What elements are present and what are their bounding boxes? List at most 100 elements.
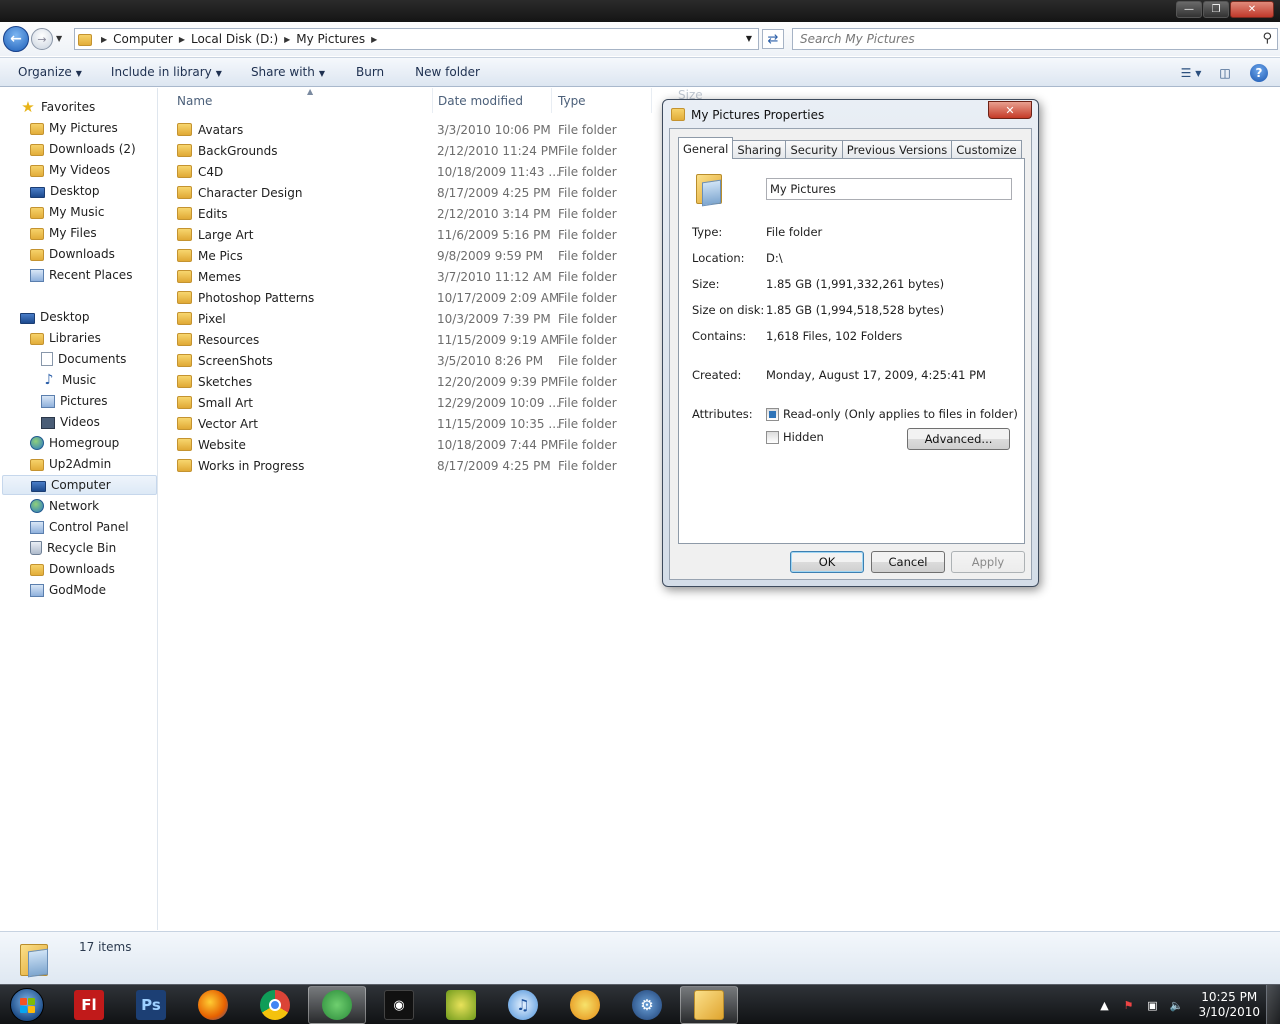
network-tray-icon[interactable]: ▣: [1142, 999, 1162, 1012]
taskbar-steam[interactable]: ◉: [370, 986, 428, 1024]
organize-button[interactable]: Organize ▼: [0, 65, 93, 79]
taskbar-flash[interactable]: Fl: [60, 986, 118, 1024]
recent-pages-dropdown[interactable]: ▼: [56, 34, 62, 43]
address-bar[interactable]: ▶ Computer ▶ Local Disk (D:) ▶ My Pictur…: [74, 28, 759, 50]
table-row[interactable]: Vector Art: [177, 413, 258, 434]
nav-item-libraries[interactable]: Libraries: [30, 328, 101, 348]
chevron-down-icon[interactable]: ▼: [746, 34, 752, 43]
tab-security[interactable]: Security: [785, 140, 843, 159]
dialog-close-button[interactable]: ✕: [988, 101, 1032, 119]
help-button[interactable]: ?: [1246, 62, 1272, 84]
taskbar-xsplit[interactable]: [432, 986, 490, 1024]
nav-item-recycle-bin[interactable]: Recycle Bin: [30, 538, 116, 558]
taskbar-messenger[interactable]: [308, 986, 366, 1024]
cancel-button[interactable]: Cancel: [871, 551, 945, 573]
table-row[interactable]: Website: [177, 434, 246, 455]
nav-item-documents[interactable]: Documents: [41, 349, 126, 369]
advanced-button[interactable]: Advanced...: [907, 428, 1010, 450]
nav-item-my-videos[interactable]: My Videos: [30, 160, 110, 180]
show-desktop-button[interactable]: [1266, 985, 1280, 1024]
file-name: Works in Progress: [198, 458, 305, 473]
tab-previous-versions[interactable]: Previous Versions: [841, 140, 953, 159]
table-row[interactable]: Small Art: [177, 392, 253, 413]
burn-button[interactable]: Burn: [336, 65, 395, 79]
folder-name-input[interactable]: My Pictures: [766, 178, 1012, 200]
minimize-button[interactable]: —: [1176, 1, 1202, 18]
search-icon[interactable]: ⚲: [1262, 31, 1272, 46]
nav-item-pictures[interactable]: Pictures: [41, 391, 108, 411]
nav-item-my-music[interactable]: My Music: [30, 202, 104, 222]
nav-desktop[interactable]: Desktop: [20, 307, 90, 327]
table-row[interactable]: Character Design: [177, 182, 303, 203]
nav-item-homegroup[interactable]: Homegroup: [30, 433, 119, 453]
action-center-icon[interactable]: ⚑: [1118, 999, 1138, 1012]
readonly-checkbox[interactable]: Read-only (Only applies to files in fold…: [766, 407, 1018, 421]
nav-item-downloads-fav[interactable]: Downloads: [30, 244, 115, 264]
taskbar-itunes[interactable]: ♫: [494, 986, 552, 1024]
nav-item-network[interactable]: Network: [30, 496, 99, 516]
table-row[interactable]: Large Art: [177, 224, 253, 245]
nav-item-control-panel[interactable]: Control Panel: [30, 517, 129, 537]
new-folder-button[interactable]: New folder: [395, 65, 491, 79]
view-options-button[interactable]: ☰ ▼: [1178, 62, 1204, 84]
tab-general[interactable]: General: [678, 137, 734, 159]
nav-item-godmode[interactable]: GodMode: [30, 580, 106, 600]
apply-button[interactable]: Apply: [951, 551, 1025, 573]
tab-customize[interactable]: Customize: [951, 140, 1022, 159]
nav-item-up2admin[interactable]: Up2Admin: [30, 454, 111, 474]
nav-item-my-pictures[interactable]: My Pictures: [30, 118, 118, 138]
nav-item-downloads[interactable]: Downloads: [30, 559, 115, 579]
maximize-button[interactable]: ❐: [1203, 1, 1229, 18]
taskbar-photoshop[interactable]: Ps: [122, 986, 180, 1024]
breadcrumb-computer[interactable]: Computer: [107, 32, 179, 46]
nav-favorites[interactable]: ★ Favorites: [20, 97, 95, 117]
table-row[interactable]: Resources: [177, 329, 259, 350]
table-row[interactable]: Photoshop Patterns: [177, 287, 314, 308]
include-in-library-button[interactable]: Include in library ▼: [93, 65, 233, 79]
breadcrumb-my-pictures[interactable]: My Pictures: [290, 32, 371, 46]
hidden-checkbox[interactable]: Hidden: [766, 430, 824, 444]
nav-item-recent-places[interactable]: Recent Places: [30, 265, 132, 285]
column-header-date[interactable]: Date modified: [432, 88, 552, 113]
taskbar-explorer[interactable]: [680, 986, 738, 1024]
taskbar-settings[interactable]: ⚙: [618, 986, 676, 1024]
nav-label: Desktop: [50, 184, 100, 198]
preview-pane-button[interactable]: ◫: [1212, 62, 1238, 84]
table-row[interactable]: Edits: [177, 203, 228, 224]
nav-item-downloads-2[interactable]: Downloads (2): [30, 139, 136, 159]
back-button[interactable]: ←: [3, 26, 29, 52]
table-row[interactable]: ScreenShots: [177, 350, 273, 371]
column-header-name[interactable]: Name ▲: [171, 87, 433, 113]
nav-item-computer[interactable]: Computer: [2, 475, 157, 495]
taskbar-fl-studio[interactable]: [556, 986, 614, 1024]
table-row[interactable]: Avatars: [177, 119, 243, 140]
start-button[interactable]: [2, 985, 52, 1024]
close-window-button[interactable]: ✕: [1230, 1, 1274, 18]
share-with-button[interactable]: Share with ▼: [233, 65, 336, 79]
taskbar-firefox[interactable]: [184, 986, 242, 1024]
table-row[interactable]: Sketches: [177, 371, 252, 392]
search-input[interactable]: Search My Pictures ⚲: [792, 28, 1278, 50]
table-row[interactable]: Me Pics: [177, 245, 243, 266]
column-header-type[interactable]: Type: [552, 88, 652, 113]
taskbar-chrome[interactable]: [246, 986, 304, 1024]
table-row[interactable]: Pixel: [177, 308, 226, 329]
chevron-right-icon[interactable]: ▶: [371, 35, 377, 44]
nav-item-music[interactable]: ♪ Music: [41, 370, 97, 390]
show-hidden-icons-icon[interactable]: ▲: [1094, 999, 1114, 1012]
nav-label: Recent Places: [49, 268, 133, 282]
nav-item-desktop-fav[interactable]: Desktop: [30, 181, 100, 201]
breadcrumb-local-disk[interactable]: Local Disk (D:): [185, 32, 284, 46]
volume-icon[interactable]: 🔈: [1166, 999, 1186, 1012]
tab-sharing[interactable]: Sharing: [732, 140, 787, 159]
table-row[interactable]: Works in Progress: [177, 455, 304, 476]
nav-item-my-files[interactable]: My Files: [30, 223, 97, 243]
table-row[interactable]: C4D: [177, 161, 223, 182]
forward-button[interactable]: →: [31, 28, 53, 50]
ok-button[interactable]: OK: [790, 551, 864, 573]
nav-item-videos[interactable]: Videos: [41, 412, 100, 432]
table-row[interactable]: Memes: [177, 266, 241, 287]
refresh-button[interactable]: ⇄: [762, 29, 784, 49]
clock[interactable]: 10:25 PM 3/10/2010: [1198, 990, 1260, 1020]
table-row[interactable]: BackGrounds: [177, 140, 278, 161]
